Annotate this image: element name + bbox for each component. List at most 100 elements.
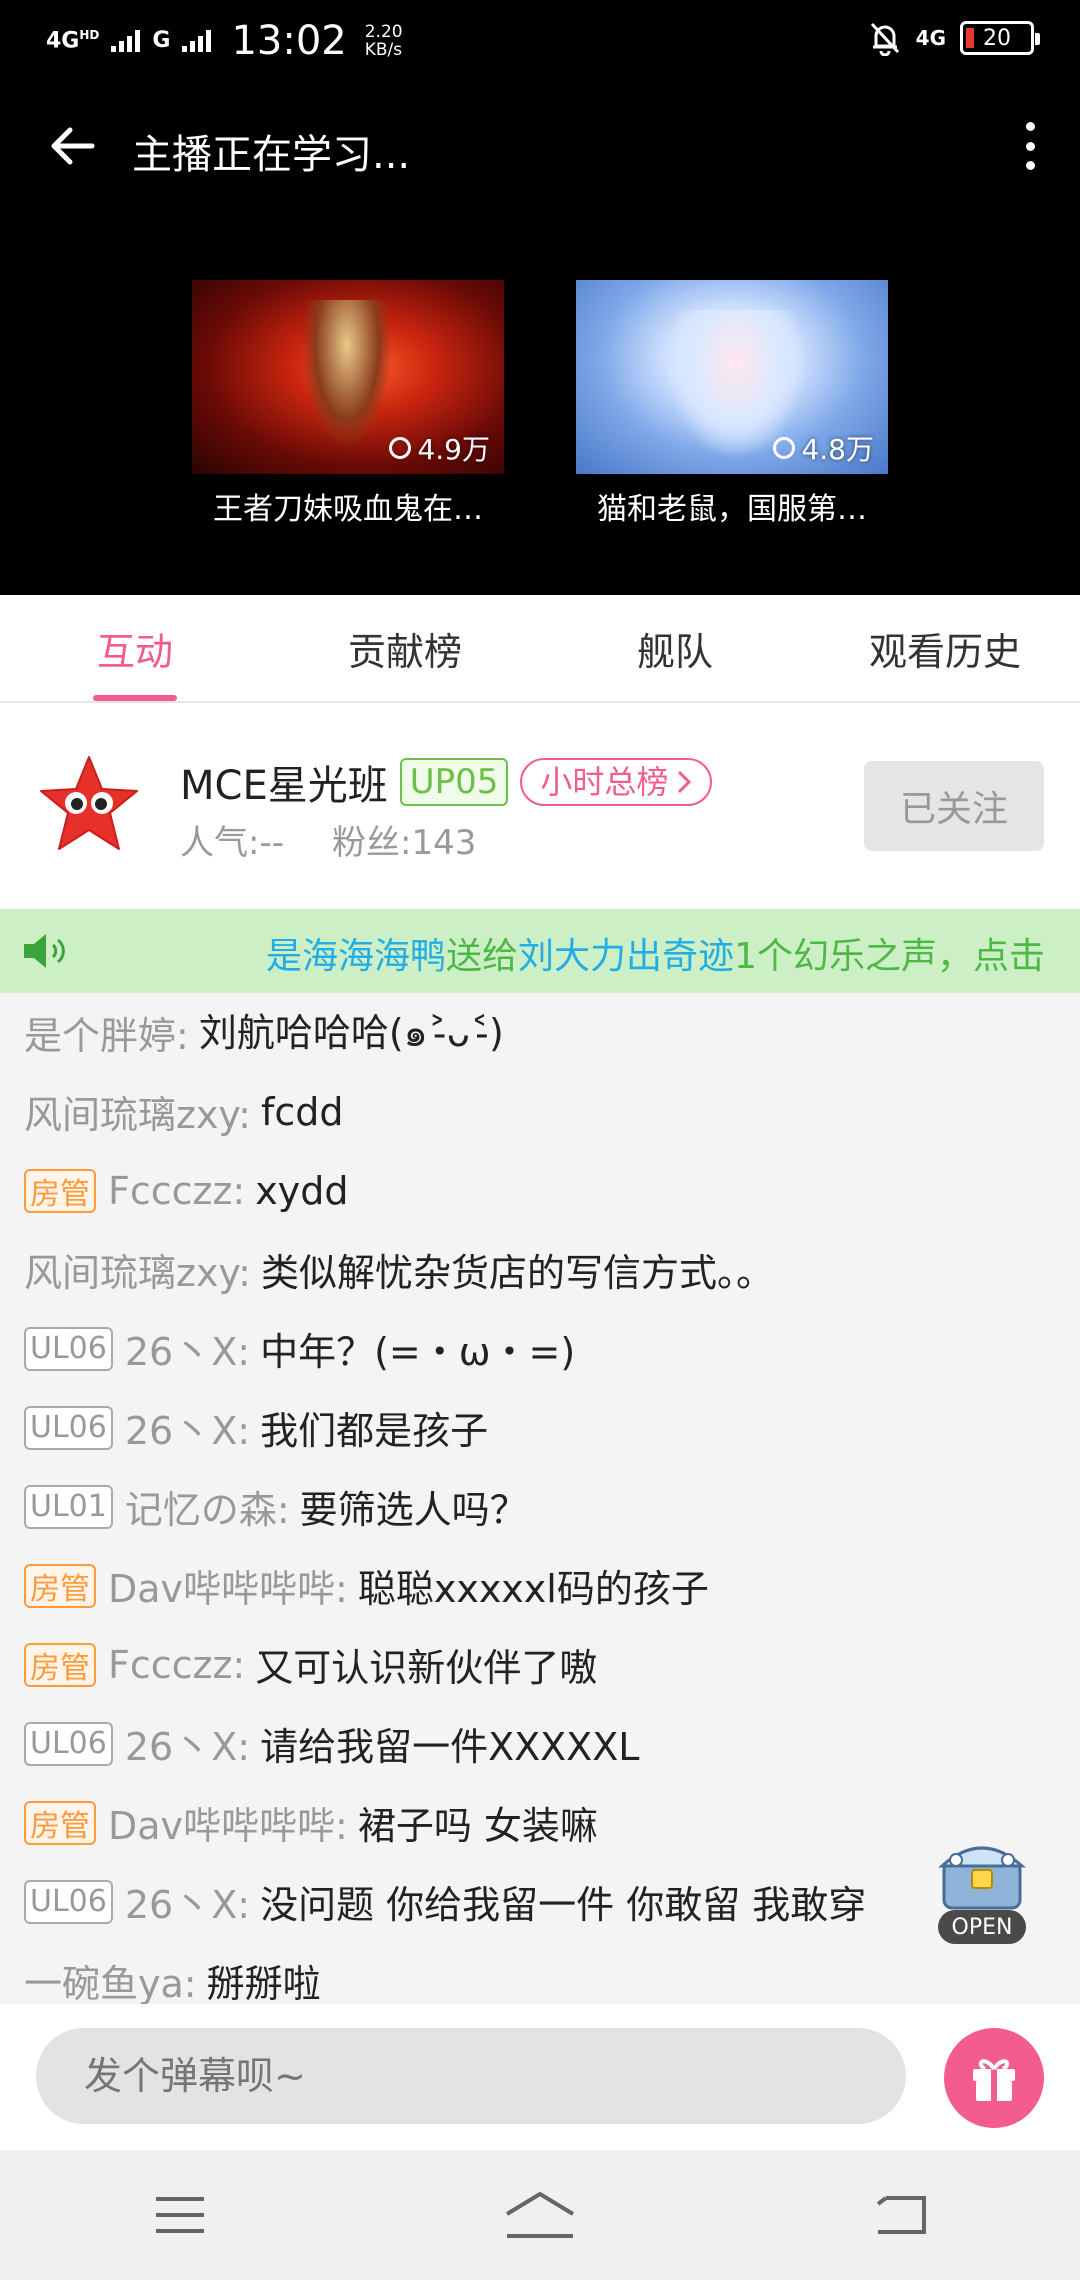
anchor-stats: 人气:-- 粉丝:143 (180, 815, 476, 864)
chat-user[interactable]: Fccczz: (108, 1169, 245, 1213)
chat-text: 请给我留一件XXXXXL (260, 1725, 640, 1769)
chat-text: 类似解忧杂货店的写信方式。。 (260, 1251, 774, 1295)
chat-user[interactable]: 26丶X: (125, 1400, 250, 1455)
back-nav-button[interactable] (840, 2175, 960, 2255)
chat-message: UL06 26丶X: 中年？(=・ω・=) (0, 1309, 1080, 1388)
chat-text: 中年？(=・ω・=) (260, 1330, 576, 1374)
home-button[interactable] (480, 2175, 600, 2255)
gift-icon (973, 2059, 1015, 2101)
level-badge: UP05 (399, 758, 509, 806)
tab-fleet[interactable]: 舰队 (540, 595, 810, 701)
viewer-icon (389, 437, 412, 459)
chat-text: xydd (255, 1168, 349, 1213)
user-level-badge: UL06 (24, 1721, 113, 1766)
chat-user[interactable]: 风间琉璃zxy: (24, 1084, 251, 1139)
chat-user[interactable]: Fccczz: (108, 1643, 245, 1687)
hourly-rank-button[interactable]: 小时总榜 (520, 758, 713, 806)
signal-bars-icon (111, 30, 141, 52)
chat-user[interactable]: 记忆の森: (125, 1479, 290, 1534)
back-button[interactable] (44, 118, 100, 174)
admin-badge: 房管 (24, 1168, 96, 1213)
chat-user[interactable]: 风间琉璃zxy: (24, 1242, 251, 1297)
chat-text: 我们都是孩子 (260, 1409, 489, 1453)
user-level-badge: UL06 (24, 1326, 113, 1371)
chat-text: 要筛选人吗？ (299, 1488, 528, 1532)
status-right: 4G 20 (868, 20, 1040, 56)
chat-message: 一碗鱼ya: 掰掰啦 (0, 1941, 1080, 2004)
menu-icon (156, 2197, 204, 2233)
page-title: 主播正在学习... (132, 132, 411, 178)
admin-badge: 房管 (24, 1800, 96, 1845)
chat-text: 掰掰啦 (206, 1962, 321, 2004)
chat-message: 风间琉璃zxy: fcdd (0, 1072, 1080, 1151)
tab-watch-history[interactable]: 观看历史 (810, 595, 1080, 701)
gift-notice-bar[interactable]: 是海海海鸭送给刘大力出奇迹1个幻乐之声，点击 (0, 909, 1080, 993)
chat-message: UL01 记忆の森: 要筛选人吗？ (0, 1467, 1080, 1546)
follow-button[interactable]: 已关注 (864, 761, 1044, 851)
network-type-2-label: G (152, 28, 171, 53)
menu-button[interactable] (120, 2175, 240, 2255)
chat-text: 又可认识新伙伴了嗷 (255, 1646, 598, 1690)
notice-receiver[interactable]: 刘大力出奇迹 (518, 936, 734, 977)
user-level-badge: UL06 (24, 1405, 113, 1450)
input-bar (0, 2004, 1080, 2150)
chat-text: 没问题 你给我留一件 你敢留 我敢穿 (260, 1883, 867, 1927)
viewer-icon (773, 437, 796, 459)
chat-user[interactable]: 一碗鱼ya: (24, 1953, 197, 2004)
chat-text: fcdd (260, 1089, 344, 1134)
video-area: 主播正在学习... 4.9万 王者刀妹吸血鬼在… 4.8万 猫和老鼠，国服第… (0, 84, 1080, 595)
notice-text: 是海海海鸭送给刘大力出奇迹1个幻乐之声，点击 (266, 927, 1045, 979)
battery-level: 20 (983, 25, 1011, 51)
clock: 13:02 (231, 18, 347, 64)
chat-user[interactable]: 26丶X: (125, 1874, 250, 1929)
gift-button[interactable] (944, 2028, 1044, 2128)
avatar[interactable] (36, 753, 142, 859)
chat-text: 聪聪xxxxxl码的孩子 (357, 1567, 709, 1611)
chat-message: 房管 Dav哔哔哔哔: 聪聪xxxxxl码的孩子 (0, 1546, 1080, 1625)
chat-message: 房管 Fccczz: 又可认识新伙伴了嗷 (0, 1625, 1080, 1704)
more-vert-icon[interactable] (1010, 114, 1050, 178)
network-4g-label: 4G (915, 26, 946, 50)
admin-badge: 房管 (24, 1642, 96, 1687)
chat-user[interactable]: Dav哔哔哔哔: (108, 1558, 348, 1613)
stream-thumbnail: 4.8万 (576, 280, 888, 474)
tab-interaction[interactable]: 互动 (0, 595, 270, 701)
recommended-stream-2[interactable]: 4.8万 猫和老鼠，国服第… (576, 280, 888, 528)
notice-verb: 送给 (446, 936, 519, 977)
status-left: 4GHD G 13:02 2.20 KB/s (46, 18, 403, 64)
stream-caption: 猫和老鼠，国服第… (597, 492, 867, 527)
system-nav-bar (0, 2150, 1080, 2280)
speaker-icon (24, 934, 65, 968)
viewer-count: 4.9万 (389, 428, 490, 468)
back-arrow-icon (51, 127, 95, 165)
network-speed: 2.20 KB/s (364, 22, 403, 60)
battery-icon: 20 (960, 21, 1040, 55)
stream-caption: 王者刀妹吸血鬼在… (213, 492, 483, 527)
chevron-right-icon (678, 770, 692, 794)
notice-sender[interactable]: 是海海海鸭 (266, 936, 446, 977)
anchor-card: MCE星光班 UP05 小时总榜 人气:-- 粉丝:143 已关注 (0, 703, 1080, 909)
rank-label: 小时总榜 (540, 763, 669, 801)
signal-bars-2-icon (182, 30, 212, 52)
chat-user[interactable]: 26丶X: (125, 1321, 250, 1376)
chat-message: UL06 26丶X: 没问题 你给我留一件 你敢留 我敢穿 (0, 1862, 1080, 1941)
chat-message: 房管 Fccczz: xydd (0, 1151, 1080, 1230)
treasure-chest-button[interactable]: OPEN (934, 1832, 1030, 1944)
chat-user[interactable]: 26丶X: (125, 1716, 250, 1771)
status-bar: 4GHD G 13:02 2.20 KB/s 4G 20 (0, 0, 1080, 84)
fans-count: 粉丝:143 (332, 823, 477, 863)
danmaku-input[interactable] (36, 2028, 906, 2124)
notice-rest: 1个幻乐之声，点击 (734, 936, 1045, 977)
stream-thumbnail: 4.9万 (192, 280, 504, 474)
tab-bar: 互动 贡献榜 舰队 观看历史 (0, 595, 1080, 703)
tab-contribution-rank[interactable]: 贡献榜 (270, 595, 540, 701)
chat-message: UL06 26丶X: 请给我留一件XXXXXL (0, 1704, 1080, 1783)
recommended-stream-1[interactable]: 4.9万 王者刀妹吸血鬼在… (192, 280, 504, 528)
chat-user[interactable]: Dav哔哔哔哔: (108, 1795, 348, 1850)
bell-off-icon (870, 22, 899, 56)
network-type-label: 4GHD (46, 28, 100, 54)
open-label: OPEN (938, 1910, 1026, 1944)
danmaku-list[interactable]: 是个胖婷: 刘航哈哈哈(๑˃̵ᴗ˂̵) 风间琉璃zxy: fcdd 房管 Fccczz… (0, 993, 1080, 2004)
admin-badge: 房管 (24, 1563, 96, 1608)
chat-user[interactable]: 是个胖婷: (24, 1005, 189, 1060)
